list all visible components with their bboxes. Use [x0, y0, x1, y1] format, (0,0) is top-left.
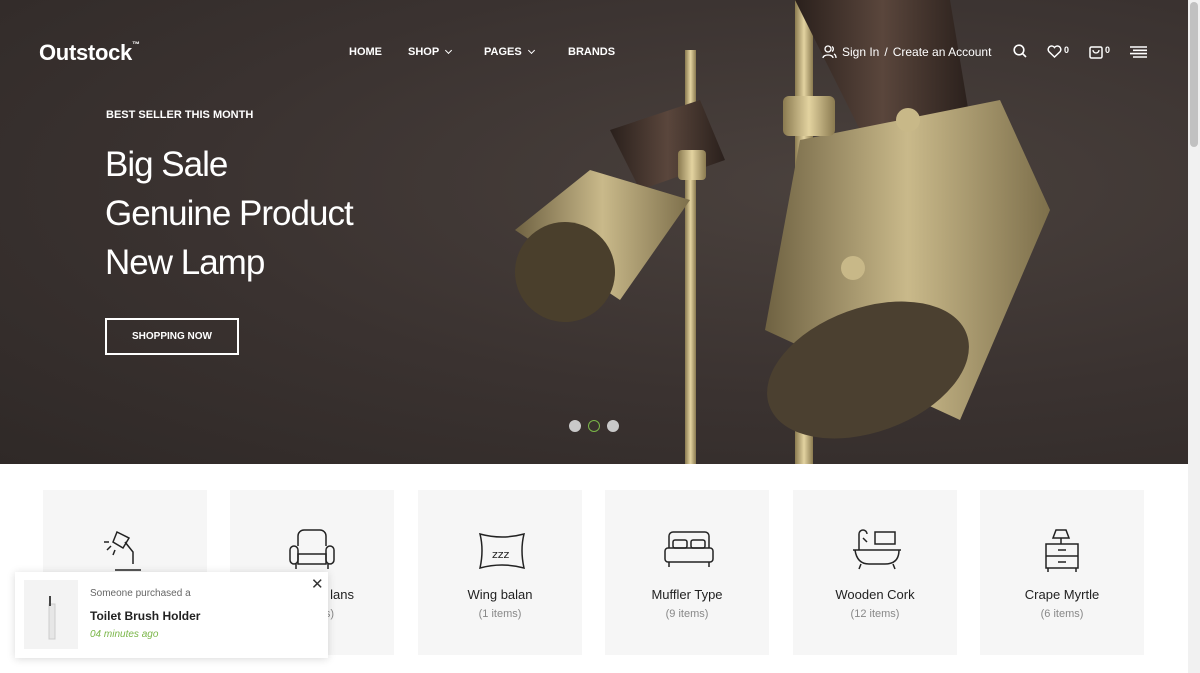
category-card[interactable]: Muffler Type (9 items) [605, 490, 769, 655]
nav-label: SHOP [408, 46, 440, 58]
bed-icon [664, 531, 714, 567]
nav-label: PAGES [484, 46, 522, 58]
hero-headline: Big Sale Genuine Product New Lamp [105, 140, 354, 287]
slider-dots [569, 420, 619, 432]
desk-lamp-icon [104, 530, 141, 571]
headline-line: Genuine Product [105, 194, 354, 233]
nav-pages[interactable]: PAGES [484, 46, 535, 58]
separator: / [884, 45, 888, 59]
nav-label: HOME [349, 46, 382, 58]
logo-text: Outstock [39, 40, 132, 65]
svg-text:zzz: zzz [492, 548, 510, 561]
hero-slider: Outstock™ HOME SHOP PAGES BRANDS Sign In… [0, 0, 1188, 464]
category-name: Muffler Type [651, 587, 723, 602]
search-icon[interactable] [1013, 44, 1027, 58]
notification-text: Someone purchased a [90, 588, 191, 599]
chevron-down-icon [445, 46, 453, 55]
wishlist-count: 0 [1064, 45, 1070, 55]
create-account-link[interactable]: Create an Account [893, 45, 992, 59]
slide-dot-1[interactable] [569, 420, 581, 432]
product-thumbnail [24, 580, 78, 649]
user-icon [822, 45, 837, 59]
nav-shop[interactable]: SHOP [408, 46, 453, 58]
bag-icon[interactable] [1089, 44, 1103, 59]
category-name: Crape Myrtle [1024, 587, 1100, 602]
nav-home[interactable]: HOME [349, 46, 382, 58]
hero-eyebrow: BEST SELLER THIS MONTH [106, 109, 254, 121]
scrollbar[interactable] [1188, 0, 1200, 673]
purchase-notification: Someone purchased a Toilet Brush Holder … [15, 572, 328, 658]
armchair-icon [289, 529, 335, 569]
headline-line: Big Sale [105, 145, 228, 184]
sign-in-link[interactable]: Sign In [842, 45, 879, 59]
nav-brands[interactable]: BRANDS [568, 46, 615, 58]
category-card[interactable]: zzz Wing balan (1 items) [418, 490, 582, 655]
category-count: (1 items) [478, 608, 522, 620]
category-count: (9 items) [665, 608, 709, 620]
shopping-now-button[interactable]: SHOPPING NOW [105, 318, 239, 355]
category-card[interactable]: Wooden Cork (12 items) [793, 490, 957, 655]
logo[interactable]: Outstock™ [39, 40, 140, 66]
category-name: Wing balan [467, 587, 533, 602]
nav-label: BRANDS [568, 46, 616, 58]
heart-icon[interactable] [1047, 45, 1062, 58]
notification-time: 04 minutes ago [90, 629, 159, 640]
account-links: Sign In / Create an Account [822, 45, 991, 59]
slide-dot-3[interactable] [607, 420, 619, 432]
menu-icon[interactable] [1130, 46, 1147, 58]
category-name: Wooden Cork [835, 587, 915, 602]
chevron-down-icon [527, 46, 535, 55]
pillow-icon: zzz [478, 532, 526, 570]
logo-tm: ™ [131, 40, 140, 49]
bathtub-icon [853, 529, 901, 570]
headline-line: New Lamp [105, 243, 265, 282]
category-count: (12 items) [850, 608, 900, 620]
slide-dot-2[interactable] [588, 420, 600, 432]
cart-count: 0 [1105, 45, 1111, 55]
close-icon[interactable]: ✕ [311, 575, 324, 593]
category-count: (6 items) [1040, 608, 1084, 620]
notification-product[interactable]: Toilet Brush Holder [90, 609, 200, 623]
nightstand-icon [1045, 529, 1079, 572]
scrollbar-thumb[interactable] [1190, 2, 1198, 147]
category-card[interactable]: Crape Myrtle (6 items) [980, 490, 1144, 655]
